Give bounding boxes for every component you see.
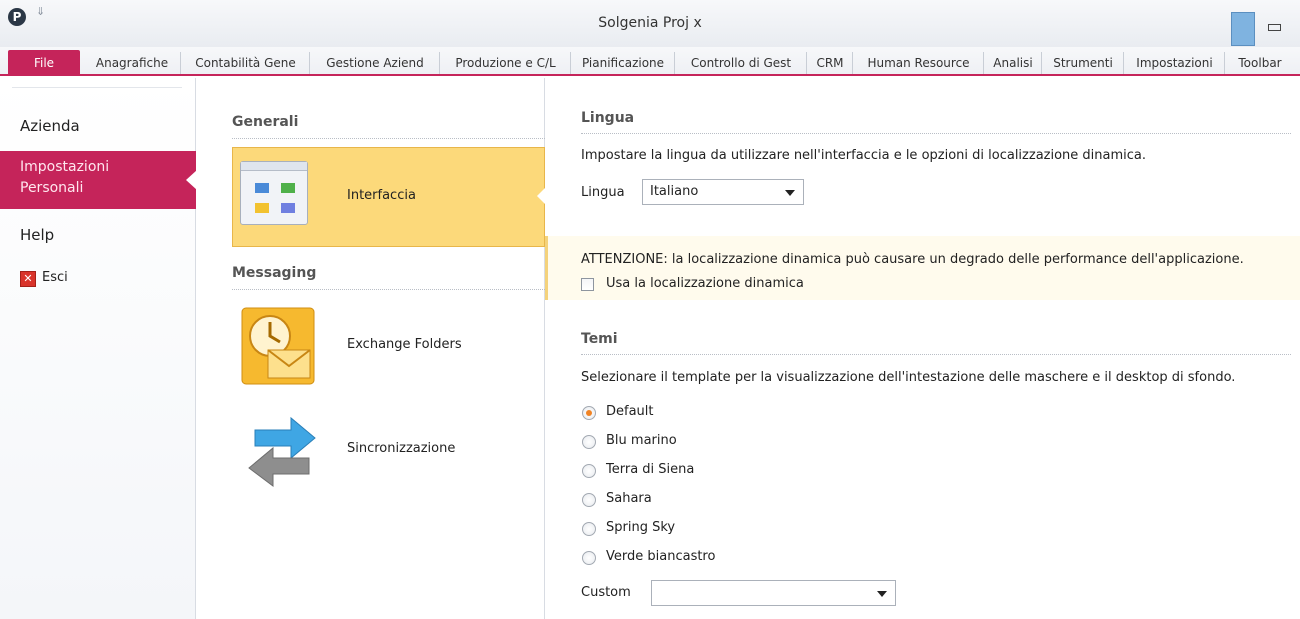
section-divider bbox=[232, 289, 545, 290]
tab-impostazioni[interactable]: Impostazioni bbox=[1125, 52, 1225, 74]
warning-text: ATTENZIONE: la localizzazione dinamica p… bbox=[581, 252, 1244, 267]
tab-strumenti[interactable]: Strumenti bbox=[1043, 52, 1124, 74]
active-pointer-icon bbox=[186, 170, 197, 190]
settings-detail-panel: Lingua Impostare la lingua da utilizzare… bbox=[545, 78, 1300, 619]
chevron-down-icon bbox=[877, 591, 887, 597]
nav-item-label-line1: Impostazioni bbox=[20, 159, 110, 175]
card-interfaccia-label: Interfaccia bbox=[347, 188, 416, 203]
selected-pointer-icon bbox=[537, 188, 545, 204]
theme-radio-spring-sky[interactable] bbox=[582, 522, 596, 536]
custom-field-label: Custom bbox=[581, 585, 631, 600]
custom-theme-select[interactable] bbox=[651, 580, 896, 606]
tab-analisi[interactable]: Analisi bbox=[985, 52, 1042, 74]
lingua-select-value: Italiano bbox=[650, 184, 699, 199]
theme-radio-default[interactable] bbox=[582, 406, 596, 420]
tab-contabilita-generale[interactable]: Contabilità Gene bbox=[182, 52, 310, 74]
tab-produzione[interactable]: Produzione e C/L bbox=[441, 52, 571, 74]
folder-green-shape bbox=[281, 183, 295, 193]
section-lingua-title: Lingua bbox=[581, 110, 635, 126]
window-title: Solgenia Proj x bbox=[598, 15, 702, 31]
section-temi-title: Temi bbox=[581, 331, 618, 347]
theme-radio-verde-biancastro[interactable] bbox=[582, 551, 596, 565]
theme-radio-blu-marino[interactable] bbox=[582, 435, 596, 449]
nav-item-esci[interactable]: Esci bbox=[42, 270, 68, 285]
exit-icon[interactable]: ✕ bbox=[20, 271, 36, 287]
window-restore-button[interactable] bbox=[1261, 16, 1287, 38]
theme-radio-sahara[interactable] bbox=[582, 493, 596, 507]
interface-window-icon bbox=[240, 161, 308, 225]
theme-label-verde-biancastro[interactable]: Verde biancastro bbox=[606, 549, 715, 564]
tab-file[interactable]: File bbox=[8, 50, 80, 76]
theme-label-spring-sky[interactable]: Spring Sky bbox=[606, 520, 675, 535]
nav-item-label: Impostazioni Personali bbox=[20, 157, 180, 199]
nav-divider bbox=[12, 87, 182, 88]
card-exchange-folders-label[interactable]: Exchange Folders bbox=[347, 337, 462, 352]
theme-label-blu-marino[interactable]: Blu marino bbox=[606, 433, 677, 448]
card-sincronizzazione-label[interactable]: Sincronizzazione bbox=[347, 441, 455, 456]
ribbon-tab-bar: File Anagrafiche Contabilità Gene Gestio… bbox=[0, 47, 1300, 76]
tab-controllo-di-gestione[interactable]: Controllo di Gest bbox=[676, 52, 807, 74]
section-generali-title: Generali bbox=[232, 114, 299, 130]
nav-item-help[interactable]: Help bbox=[20, 226, 54, 244]
chevron-down-icon bbox=[785, 190, 795, 196]
lingua-description: Impostare la lingua da utilizzare nell'i… bbox=[581, 148, 1147, 163]
tab-human-resource[interactable]: Human Resource bbox=[854, 52, 984, 74]
tab-crm[interactable]: CRM bbox=[808, 52, 853, 74]
exchange-folders-icon[interactable] bbox=[240, 306, 316, 386]
section-messaging-title: Messaging bbox=[232, 265, 317, 281]
theme-label-default[interactable]: Default bbox=[606, 404, 654, 419]
nav-item-impostazioni-personali[interactable]: Impostazioni Personali bbox=[0, 151, 197, 209]
section-divider bbox=[232, 138, 545, 139]
tab-toolbar[interactable]: Toolbar bbox=[1226, 52, 1294, 74]
theme-label-sahara[interactable]: Sahara bbox=[606, 491, 652, 506]
section-divider bbox=[581, 354, 1291, 355]
sync-arrows-icon[interactable] bbox=[247, 416, 317, 488]
folder-purple-shape bbox=[281, 203, 295, 213]
title-bar: P ⇓ Solgenia Proj x bbox=[0, 0, 1300, 47]
section-divider bbox=[581, 133, 1291, 134]
settings-category-panel: Generali Interfaccia Messaging Exchange … bbox=[197, 78, 545, 619]
tab-gestione-aziendale[interactable]: Gestione Aziend bbox=[311, 52, 440, 74]
ribbon-minimize-button[interactable] bbox=[1231, 12, 1255, 46]
temi-description: Selezionare il template per la visualizz… bbox=[581, 370, 1236, 385]
folder-blue-shape bbox=[255, 183, 269, 193]
lingua-field-label: Lingua bbox=[581, 185, 625, 200]
folder-yellow-shape bbox=[255, 203, 269, 213]
theme-label-terra-di-siena[interactable]: Terra di Siena bbox=[606, 462, 694, 477]
nav-item-label-line2: Personali bbox=[20, 180, 84, 196]
dynamic-localization-checkbox[interactable] bbox=[581, 278, 594, 291]
window-titlebar-shape bbox=[241, 162, 307, 171]
nav-item-azienda[interactable]: Azienda bbox=[20, 117, 80, 135]
backstage-nav: Azienda Impostazioni Personali Help ✕ Es… bbox=[0, 78, 197, 619]
theme-radio-terra-di-siena[interactable] bbox=[582, 464, 596, 478]
dynamic-localization-label[interactable]: Usa la localizzazione dinamica bbox=[606, 276, 804, 291]
tab-anagrafiche[interactable]: Anagrafiche bbox=[84, 52, 181, 74]
tab-pianificazione[interactable]: Pianificazione bbox=[572, 52, 675, 74]
lingua-select[interactable]: Italiano bbox=[642, 179, 804, 205]
